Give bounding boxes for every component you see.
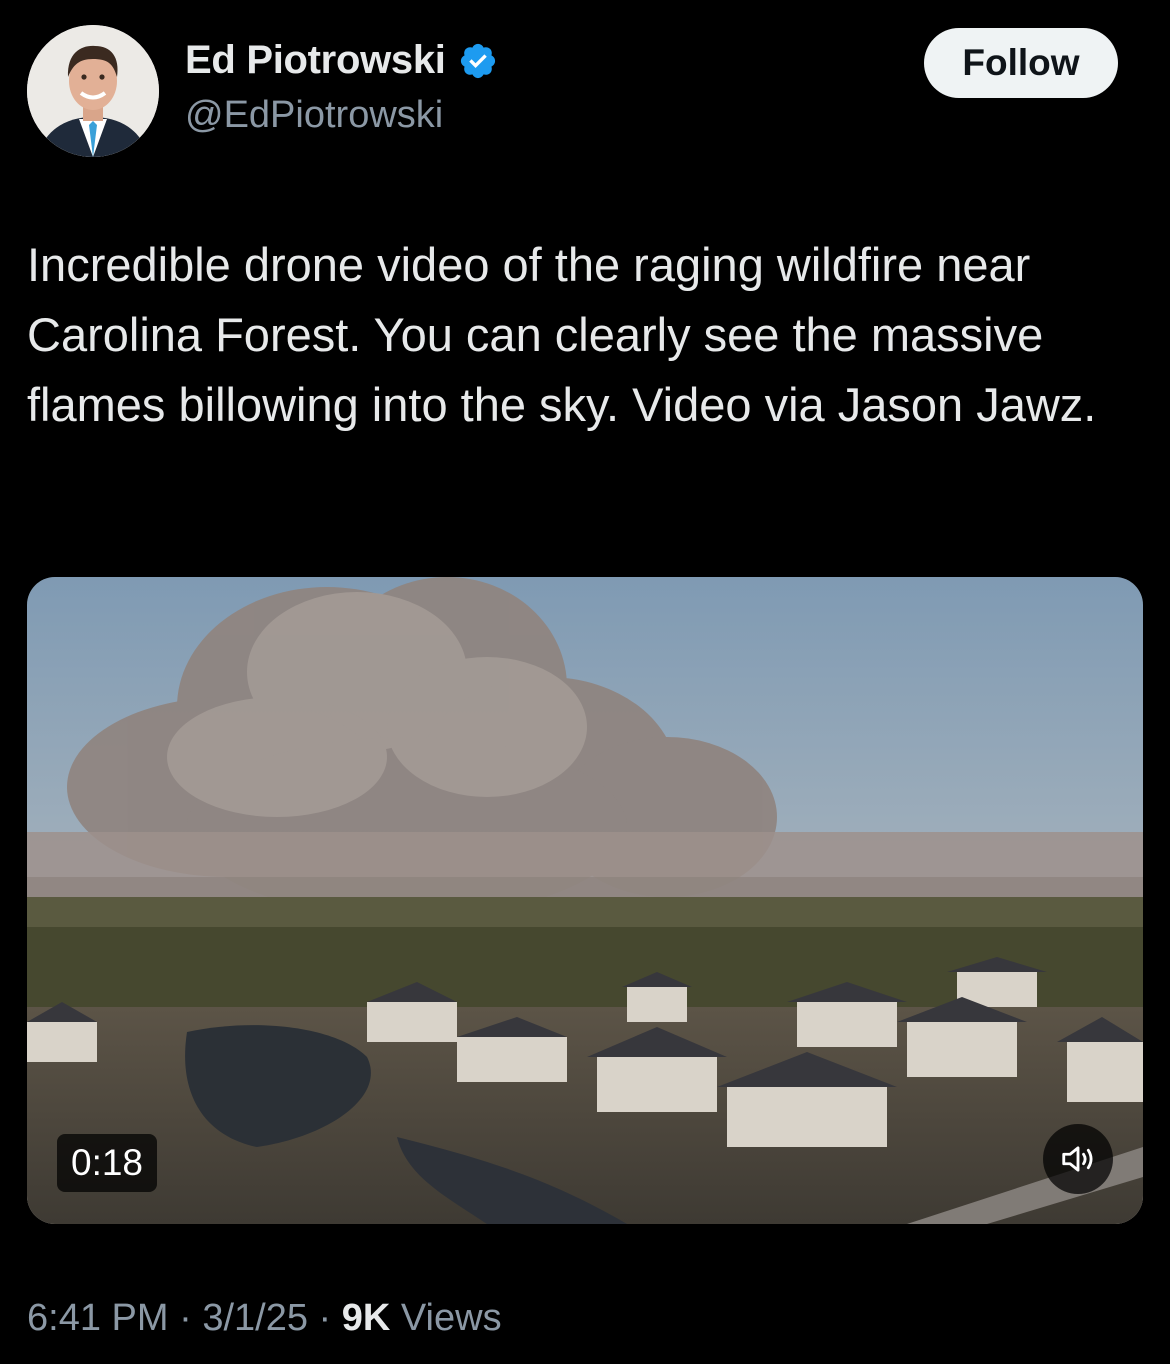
mute-toggle-button[interactable]: [1043, 1124, 1113, 1194]
verified-badge-icon: [460, 43, 495, 78]
video-thumbnail: [27, 577, 1143, 1224]
follow-button[interactable]: Follow: [924, 28, 1118, 98]
tweet-meta: 6:41 PM · 3/1/25 · 9K Views: [27, 1297, 502, 1340]
views-label[interactable]: Views: [390, 1297, 502, 1340]
tweet-text: Incredible drone video of the raging wil…: [27, 238, 1097, 431]
speaker-icon: [1062, 1146, 1093, 1172]
views-count[interactable]: 9K: [342, 1297, 391, 1340]
author-name[interactable]: Ed Piotrowski: [185, 38, 446, 83]
tweet-date[interactable]: 3/1/25: [202, 1297, 308, 1340]
avatar-photo: [27, 25, 159, 157]
video-duration-badge: 0:18: [57, 1134, 158, 1192]
meta-separator: ·: [168, 1297, 203, 1339]
author-name-row[interactable]: Ed Piotrowski: [185, 38, 498, 83]
tweet-time[interactable]: 6:41 PM: [27, 1297, 169, 1340]
meta-separator: ·: [307, 1297, 342, 1339]
video-player[interactable]: 0:18: [27, 577, 1143, 1224]
author-handle[interactable]: @EdPiotrowski: [185, 94, 443, 137]
author-avatar[interactable]: [27, 25, 159, 157]
